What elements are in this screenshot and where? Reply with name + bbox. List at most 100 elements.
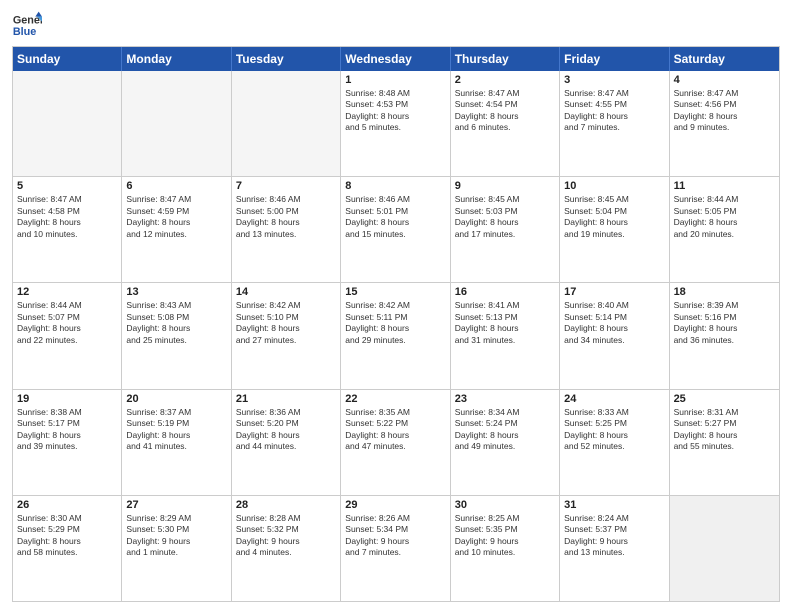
day-number: 5 <box>17 180 117 192</box>
cell-info-line: Sunrise: 8:48 AM <box>345 88 445 99</box>
cell-info-line: Sunrise: 8:44 AM <box>17 300 117 311</box>
cell-info-line: Daylight: 8 hours <box>564 430 664 441</box>
cell-info-line: Sunset: 4:54 PM <box>455 99 555 110</box>
cell-info-line: Daylight: 8 hours <box>674 217 775 228</box>
day-number: 15 <box>345 286 445 298</box>
cell-info-line: Sunset: 5:35 PM <box>455 524 555 535</box>
cell-info-line: Sunset: 5:24 PM <box>455 418 555 429</box>
day-number: 7 <box>236 180 336 192</box>
calendar-cell <box>670 496 779 601</box>
cell-info-line: Sunset: 5:27 PM <box>674 418 775 429</box>
cell-info-line: and 27 minutes. <box>236 335 336 346</box>
day-number: 21 <box>236 393 336 405</box>
svg-text:Blue: Blue <box>13 26 36 38</box>
calendar-cell: 29Sunrise: 8:26 AMSunset: 5:34 PMDayligh… <box>341 496 450 601</box>
calendar-cell: 27Sunrise: 8:29 AMSunset: 5:30 PMDayligh… <box>122 496 231 601</box>
cell-info-line: Daylight: 8 hours <box>564 111 664 122</box>
cell-info-line: Sunrise: 8:34 AM <box>455 407 555 418</box>
cell-info-line: Sunset: 4:58 PM <box>17 206 117 217</box>
calendar-cell: 11Sunrise: 8:44 AMSunset: 5:05 PMDayligh… <box>670 177 779 282</box>
cell-info-line: Daylight: 8 hours <box>126 217 226 228</box>
day-number: 6 <box>126 180 226 192</box>
cell-info-line: Sunrise: 8:46 AM <box>236 194 336 205</box>
day-number: 30 <box>455 499 555 511</box>
calendar-row-0: 1Sunrise: 8:48 AMSunset: 4:53 PMDaylight… <box>13 71 779 177</box>
cell-info-line: Sunrise: 8:43 AM <box>126 300 226 311</box>
cell-info-line: Daylight: 8 hours <box>17 217 117 228</box>
cell-info-line: Sunrise: 8:47 AM <box>564 88 664 99</box>
day-number: 31 <box>564 499 664 511</box>
calendar-cell: 16Sunrise: 8:41 AMSunset: 5:13 PMDayligh… <box>451 283 560 388</box>
cell-info-line: Sunrise: 8:45 AM <box>455 194 555 205</box>
calendar-cell <box>232 71 341 176</box>
calendar-cell: 21Sunrise: 8:36 AMSunset: 5:20 PMDayligh… <box>232 390 341 495</box>
cell-info-line: and 36 minutes. <box>674 335 775 346</box>
calendar-row-3: 19Sunrise: 8:38 AMSunset: 5:17 PMDayligh… <box>13 390 779 496</box>
cell-info-line: Daylight: 9 hours <box>236 536 336 547</box>
cell-info-line: Sunset: 5:32 PM <box>236 524 336 535</box>
cell-info-line: and 15 minutes. <box>345 229 445 240</box>
calendar-row-1: 5Sunrise: 8:47 AMSunset: 4:58 PMDaylight… <box>13 177 779 283</box>
calendar-cell: 19Sunrise: 8:38 AMSunset: 5:17 PMDayligh… <box>13 390 122 495</box>
cell-info-line: Sunrise: 8:44 AM <box>674 194 775 205</box>
weekday-header-sunday: Sunday <box>13 47 122 71</box>
cell-info-line: and 20 minutes. <box>674 229 775 240</box>
cell-info-line: and 49 minutes. <box>455 441 555 452</box>
day-number: 10 <box>564 180 664 192</box>
cell-info-line: Daylight: 8 hours <box>674 111 775 122</box>
cell-info-line: Daylight: 8 hours <box>455 323 555 334</box>
day-number: 27 <box>126 499 226 511</box>
cell-info-line: Daylight: 8 hours <box>345 217 445 228</box>
cell-info-line: and 7 minutes. <box>345 547 445 558</box>
cell-info-line: Sunset: 5:34 PM <box>345 524 445 535</box>
cell-info-line: and 17 minutes. <box>455 229 555 240</box>
cell-info-line: Sunrise: 8:25 AM <box>455 513 555 524</box>
cell-info-line: and 4 minutes. <box>236 547 336 558</box>
cell-info-line: Sunrise: 8:35 AM <box>345 407 445 418</box>
day-number: 2 <box>455 74 555 86</box>
day-number: 29 <box>345 499 445 511</box>
cell-info-line: Sunrise: 8:36 AM <box>236 407 336 418</box>
cell-info-line: Daylight: 9 hours <box>564 536 664 547</box>
day-number: 12 <box>17 286 117 298</box>
day-number: 26 <box>17 499 117 511</box>
cell-info-line: Sunrise: 8:38 AM <box>17 407 117 418</box>
calendar-row-2: 12Sunrise: 8:44 AMSunset: 5:07 PMDayligh… <box>13 283 779 389</box>
day-number: 23 <box>455 393 555 405</box>
cell-info-line: Sunset: 4:59 PM <box>126 206 226 217</box>
cell-info-line: and 47 minutes. <box>345 441 445 452</box>
cell-info-line: Sunset: 5:11 PM <box>345 312 445 323</box>
cell-info-line: and 31 minutes. <box>455 335 555 346</box>
cell-info-line: Daylight: 8 hours <box>17 323 117 334</box>
weekday-header-tuesday: Tuesday <box>232 47 341 71</box>
cell-info-line: Sunset: 5:20 PM <box>236 418 336 429</box>
cell-info-line: and 13 minutes. <box>564 547 664 558</box>
cell-info-line: Sunset: 5:22 PM <box>345 418 445 429</box>
cell-info-line: and 10 minutes. <box>17 229 117 240</box>
calendar-header: SundayMondayTuesdayWednesdayThursdayFrid… <box>13 47 779 71</box>
cell-info-line: Daylight: 8 hours <box>17 536 117 547</box>
cell-info-line: Sunset: 5:25 PM <box>564 418 664 429</box>
logo-icon: General Blue <box>12 10 42 40</box>
cell-info-line: Sunrise: 8:47 AM <box>455 88 555 99</box>
calendar-cell: 1Sunrise: 8:48 AMSunset: 4:53 PMDaylight… <box>341 71 450 176</box>
cell-info-line: and 55 minutes. <box>674 441 775 452</box>
calendar-cell <box>13 71 122 176</box>
cell-info-line: Sunset: 5:29 PM <box>17 524 117 535</box>
calendar-cell: 24Sunrise: 8:33 AMSunset: 5:25 PMDayligh… <box>560 390 669 495</box>
calendar-cell: 20Sunrise: 8:37 AMSunset: 5:19 PMDayligh… <box>122 390 231 495</box>
cell-info-line: Daylight: 8 hours <box>345 111 445 122</box>
day-number: 13 <box>126 286 226 298</box>
calendar-cell: 22Sunrise: 8:35 AMSunset: 5:22 PMDayligh… <box>341 390 450 495</box>
day-number: 1 <box>345 74 445 86</box>
cell-info-line: Daylight: 9 hours <box>345 536 445 547</box>
cell-info-line: Sunset: 5:04 PM <box>564 206 664 217</box>
cell-info-line: Daylight: 8 hours <box>236 323 336 334</box>
calendar: SundayMondayTuesdayWednesdayThursdayFrid… <box>12 46 780 602</box>
cell-info-line: Sunrise: 8:42 AM <box>345 300 445 311</box>
cell-info-line: and 39 minutes. <box>17 441 117 452</box>
calendar-cell: 3Sunrise: 8:47 AMSunset: 4:55 PMDaylight… <box>560 71 669 176</box>
calendar-row-4: 26Sunrise: 8:30 AMSunset: 5:29 PMDayligh… <box>13 496 779 601</box>
cell-info-line: Sunset: 4:55 PM <box>564 99 664 110</box>
cell-info-line: Sunset: 5:01 PM <box>345 206 445 217</box>
